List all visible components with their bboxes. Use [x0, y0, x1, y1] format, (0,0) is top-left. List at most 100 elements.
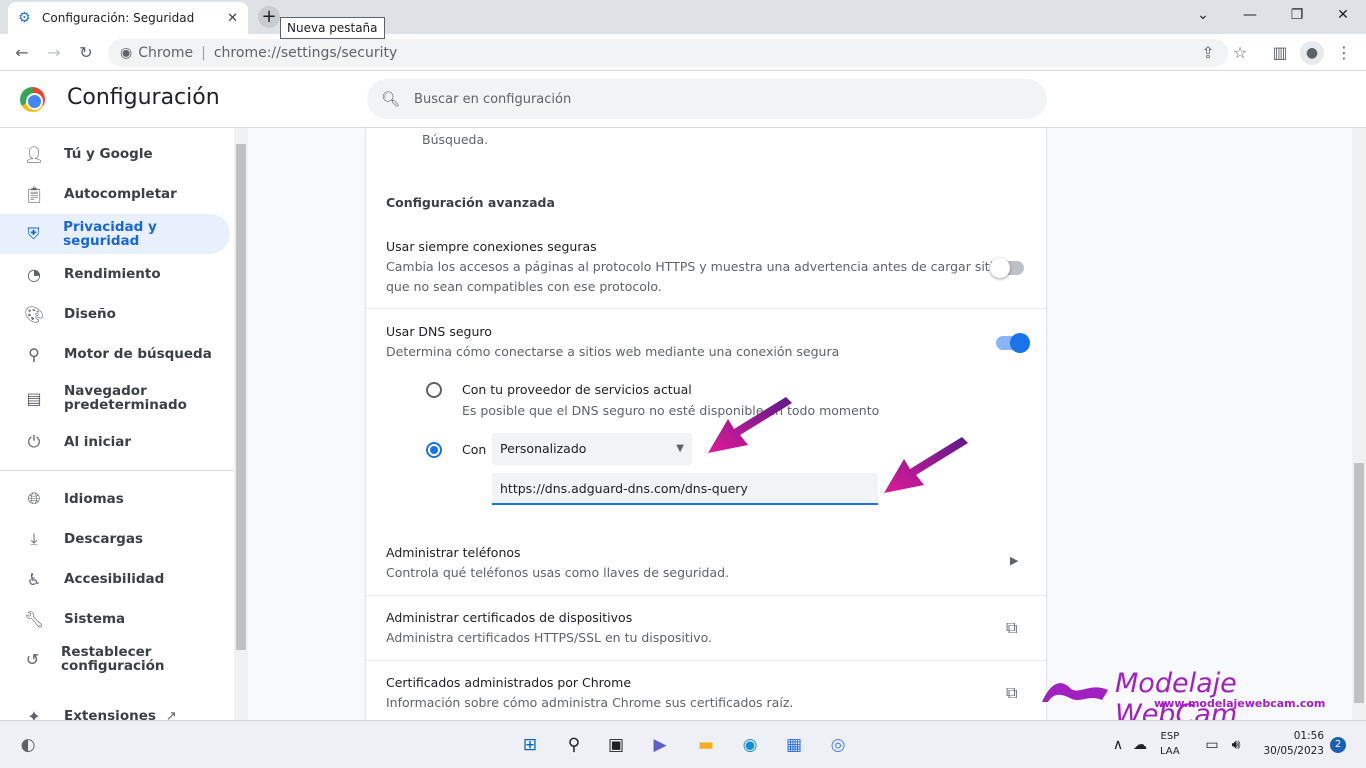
close-window-button[interactable]: ✕	[1328, 4, 1358, 26]
https-desc-line2: que no sean compatibles con ese protocol…	[386, 279, 662, 294]
address-bar[interactable]: ◉ Chrome | chrome://settings/security	[108, 39, 1228, 67]
side-panel-icon[interactable]: ▥	[1268, 41, 1292, 65]
back-arrow-icon[interactable]: ←	[10, 41, 34, 65]
page-title: Configuración	[67, 85, 220, 110]
chrome-taskbar-icon[interactable]: ◎	[824, 731, 852, 759]
open-in-new-icon[interactable]: ⧉	[1006, 683, 1017, 703]
sidebar-divider	[0, 470, 234, 471]
device-certs-desc: Administra certificados HTTPS/SSL en tu …	[386, 630, 713, 645]
omnibox-separator: |	[201, 45, 206, 61]
sidebar-item-reset-settings[interactable]: ↺ Restablecer configuración	[0, 639, 230, 679]
sidebar-item-accessibility[interactable]: ♿︎ Accesibilidad	[0, 559, 230, 599]
windows-start-icon[interactable]: ⊞	[516, 731, 544, 759]
dns-desc: Determina cómo conectarse a sitios web m…	[386, 344, 840, 359]
radio-custom-provider[interactable]	[426, 442, 442, 458]
https-desc-line1: Cambia los accesos a páginas al protocol…	[386, 259, 1008, 274]
tab-search-chevron-icon[interactable]: ⌄	[1188, 4, 1218, 26]
sidebar-item-appearance[interactable]: 🎨︎ Diseño	[0, 294, 230, 334]
url-text[interactable]: chrome://settings/security	[214, 45, 397, 61]
secure-dns-toggle-knob	[1010, 333, 1030, 353]
watermark-logo-icon	[1042, 683, 1108, 702]
share-icon[interactable]: ⇪	[1196, 41, 1220, 65]
task-view-icon[interactable]: ▣	[602, 731, 630, 759]
sidebar-item-downloads[interactable]: ⤓ Descargas	[0, 519, 230, 559]
row-divider	[366, 660, 1046, 661]
secure-dns-toggle[interactable]	[996, 333, 1030, 353]
shield-icon: ⛨	[27, 224, 40, 243]
sidebar-item-autofill[interactable]: 📋︎ Autocompletar	[0, 174, 230, 214]
sidebar-scrollbar-thumb[interactable]	[236, 144, 246, 650]
phones-desc: Controla qué teléfonos usas como llaves …	[386, 565, 730, 580]
tab-close-button[interactable]: ✕	[227, 11, 238, 26]
sidebar-item-label: Rendimiento	[64, 266, 161, 282]
radio-current-provider[interactable]	[426, 382, 442, 398]
main-scrollbar[interactable]	[1352, 128, 1366, 720]
https-toggle-knob	[990, 258, 1010, 278]
globe-icon: 🌐︎	[27, 489, 41, 508]
sidebar-item-extensions[interactable]: ✦ Extensiones ↗	[0, 696, 230, 721]
sidebar-scrollbar[interactable]	[234, 128, 248, 720]
profile-avatar-icon[interactable]: ●	[1300, 41, 1324, 65]
radio-custom-label: Con	[462, 442, 487, 457]
row-divider	[366, 595, 1046, 596]
dns-title: Usar DNS seguro	[386, 324, 492, 339]
main-scrollbar-thumb[interactable]	[1354, 463, 1364, 703]
dns-provider-select[interactable]: Personalizado ▼	[492, 433, 692, 465]
input-language[interactable]: ESP LAA	[1160, 729, 1180, 759]
reload-icon[interactable]: ↻	[74, 41, 98, 65]
clock-date: 30/05/2023	[1263, 745, 1324, 757]
minimize-button[interactable]: —	[1235, 4, 1265, 26]
search-placeholder: Buscar en configuración	[414, 91, 572, 107]
sidebar-item-label: Extensiones	[64, 708, 156, 720]
open-in-new-icon[interactable]: ⧉	[1006, 618, 1017, 638]
chat-icon[interactable]: ▶	[646, 731, 674, 759]
radio-current-desc: Es posible que el DNS seguro no esté dis…	[462, 403, 880, 418]
sidebar-item-label: Privacidad y seguridad	[63, 219, 157, 249]
chevron-right-icon[interactable]: ▶	[1010, 554, 1018, 567]
device-certs-title: Administrar certificados de dispositivos	[386, 610, 633, 625]
windows-taskbar: ◐ ⊞ ⚲ ▣ ▶ ▬ ◉ ▦ ◎ ∧ ☁ ESP LAA ▭ 🔊︎ 01:56…	[0, 720, 1366, 768]
system-clock[interactable]: 01:56 30/05/2023	[1258, 729, 1324, 759]
site-name: Chrome	[138, 45, 194, 61]
top-fragment-text: Búsqueda.	[422, 132, 489, 147]
sidebar-item-performance[interactable]: ◔ Rendimiento	[0, 254, 230, 294]
active-tab[interactable]: ⚙ Configuración: Seguridad ✕	[8, 2, 248, 34]
sidebar-item-privacy-security[interactable]: ⛨ Privacidad y seguridad	[0, 214, 230, 254]
sidebar-item-system[interactable]: 🔧︎ Sistema	[0, 599, 230, 639]
settings-search-input[interactable]: 🔍︎ Buscar en configuración	[367, 79, 1047, 119]
custom-dns-url-input[interactable]	[492, 473, 878, 505]
edge-browser-icon[interactable]: ◉	[736, 731, 764, 759]
clipboard-icon: 📋︎	[24, 184, 45, 204]
cloud-icon[interactable]: ☁	[1126, 731, 1154, 759]
watermark-url: www.modelajewebcam.com	[1154, 697, 1326, 710]
sidebar-item-search-engine[interactable]: ⚲ Motor de búsqueda	[0, 334, 230, 374]
notification-badge[interactable]: 2	[1330, 737, 1346, 753]
sidebar-item-label: Navegador predeterminado	[64, 383, 187, 413]
chrome-logo-icon	[20, 87, 45, 112]
search-icon[interactable]: ⚲	[560, 731, 588, 759]
bookmark-star-icon[interactable]: ☆	[1228, 41, 1252, 65]
file-explorer-icon[interactable]: ▬	[692, 731, 720, 759]
chrome-site-icon: ◉	[120, 45, 133, 61]
new-tab-button[interactable]: +	[258, 6, 280, 28]
radio-current-title: Con tu proveedor de servicios actual	[462, 382, 692, 397]
dropdown-caret-icon: ▼	[676, 443, 684, 454]
open-in-new-icon: ↗	[165, 708, 177, 721]
sidebar-item-languages[interactable]: 🌐︎ Idiomas	[0, 479, 230, 519]
menu-kebab-icon[interactable]: ⋮	[1332, 41, 1356, 65]
sidebar-item-label: Tú y Google	[64, 146, 153, 162]
maximize-button[interactable]: ❐	[1282, 4, 1312, 26]
sidebar-item-label: Diseño	[64, 306, 116, 322]
https-toggle[interactable]	[990, 258, 1024, 278]
forward-arrow-icon[interactable]: →	[42, 41, 66, 65]
sidebar-item-you-and-google[interactable]: 👤︎ Tú y Google	[0, 134, 230, 174]
sidebar-item-on-startup[interactable]: ⏻ Al iniciar	[0, 422, 230, 462]
keyboard-layout: LAA	[1160, 746, 1180, 757]
store-icon[interactable]: ▦	[780, 731, 808, 759]
weather-icon[interactable]: ◐	[14, 731, 42, 759]
sidebar-item-label: Accesibilidad	[64, 571, 165, 587]
sidebar-item-label: Sistema	[64, 611, 126, 627]
tab-strip: ⚙ Configuración: Seguridad ✕ + Nueva pes…	[0, 0, 1366, 39]
volume-icon[interactable]: 🔊︎	[1222, 731, 1250, 759]
sidebar-item-default-browser[interactable]: ▤ Navegador predeterminado	[0, 378, 230, 418]
